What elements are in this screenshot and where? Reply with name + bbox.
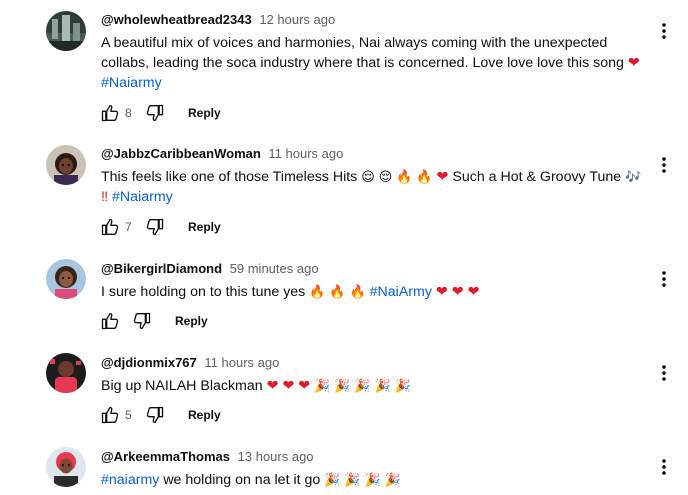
- avatar[interactable]: [46, 447, 86, 487]
- comment-text: Big up NAILAH Blackman ❤ ❤ ❤ 🎉 🎉 🎉 🎉 🎉: [101, 378, 411, 394]
- party-emoji: 🎉: [354, 378, 371, 393]
- party-emoji: 🎉: [314, 378, 331, 393]
- like-icon[interactable]: [99, 216, 121, 238]
- more-actions-icon[interactable]: [654, 361, 674, 385]
- relieved-emoji: 😌: [361, 169, 375, 184]
- reply-button[interactable]: Reply: [188, 106, 221, 120]
- comment-author[interactable]: @BikergirlDiamond: [101, 261, 222, 276]
- comment-author[interactable]: @djdionmix767: [101, 355, 197, 370]
- more-actions-icon[interactable]: [654, 267, 674, 291]
- heart-emoji: ❤: [435, 284, 448, 300]
- bangbang-emoji: ‼: [101, 189, 109, 205]
- comment-timestamp[interactable]: 11 hours ago: [204, 355, 279, 370]
- avatar[interactable]: [46, 259, 86, 299]
- more-actions-icon[interactable]: [654, 455, 674, 479]
- like-count: 8: [125, 106, 132, 120]
- party-emoji: 🎉: [344, 472, 361, 487]
- reply-button[interactable]: Reply: [175, 314, 208, 328]
- heart-emoji: ❤: [298, 378, 311, 394]
- hashtag-link[interactable]: #NaiArmy: [370, 284, 432, 300]
- party-emoji: 🎉: [394, 378, 411, 393]
- comment-author[interactable]: @JabbzCaribbeanWoman: [101, 146, 261, 161]
- comment-author[interactable]: @wholewheatbread2343: [101, 12, 252, 27]
- hashtag-link[interactable]: #Naiarmy: [101, 75, 162, 91]
- like-count: 7: [125, 220, 132, 234]
- dislike-icon[interactable]: [131, 310, 153, 332]
- more-actions-icon[interactable]: [654, 153, 674, 177]
- party-emoji: 🎉: [384, 472, 401, 487]
- avatar[interactable]: [46, 353, 86, 393]
- party-emoji: 🎉: [334, 378, 351, 393]
- comment-timestamp[interactable]: 12 hours ago: [259, 12, 335, 27]
- heart-emoji: ❤: [451, 284, 464, 300]
- comment-author[interactable]: @ArkeemmaThomas: [101, 449, 230, 464]
- comment-text: A beautiful mix of voices and harmonies,…: [101, 35, 640, 91]
- heart-emoji: ❤: [467, 284, 480, 300]
- hashtag-link[interactable]: #naiarmy: [101, 472, 159, 488]
- heart-emoji: ❤: [627, 55, 640, 71]
- fire-emoji: 🔥: [309, 284, 326, 299]
- party-emoji: 🎉: [324, 472, 341, 487]
- heart-emoji: ❤: [282, 378, 295, 394]
- comment-timestamp[interactable]: 59 minutes ago: [230, 261, 319, 276]
- comment-text: #naiarmy we holding on na let it go 🎉 🎉 …: [101, 472, 401, 488]
- comment-text: This feels like one of those Timeless Hi…: [101, 169, 642, 205]
- notes-emoji: 🎶: [625, 169, 642, 184]
- hashtag-link[interactable]: #Naiarmy: [112, 189, 173, 205]
- reply-button[interactable]: Reply: [188, 408, 221, 422]
- fire-emoji: 🔥: [416, 169, 433, 184]
- like-icon[interactable]: [99, 310, 121, 332]
- fire-emoji: 🔥: [329, 284, 346, 299]
- comment-timestamp[interactable]: 13 hours ago: [238, 449, 314, 464]
- comment-timestamp[interactable]: 11 hours ago: [268, 146, 343, 161]
- dislike-icon[interactable]: [144, 404, 166, 426]
- reply-button[interactable]: Reply: [188, 220, 221, 234]
- dislike-icon[interactable]: [144, 102, 166, 124]
- avatar[interactable]: [46, 145, 86, 185]
- avatar[interactable]: [46, 11, 86, 51]
- fire-emoji: 🔥: [396, 169, 413, 184]
- like-icon[interactable]: [99, 102, 121, 124]
- dislike-icon[interactable]: [144, 216, 166, 238]
- fire-emoji: 🔥: [349, 284, 366, 299]
- heart-emoji: ❤: [266, 378, 279, 394]
- like-icon[interactable]: [99, 404, 121, 426]
- relieved-emoji: 😌: [378, 169, 393, 184]
- party-emoji: 🎉: [364, 472, 381, 487]
- more-actions-icon[interactable]: [654, 19, 674, 43]
- comment-text: I sure holding on to this tune yes 🔥 🔥 🔥…: [101, 284, 480, 300]
- party-emoji: 🎉: [374, 378, 391, 393]
- heart-emoji: ❤: [436, 169, 449, 185]
- like-count: 5: [125, 408, 132, 422]
